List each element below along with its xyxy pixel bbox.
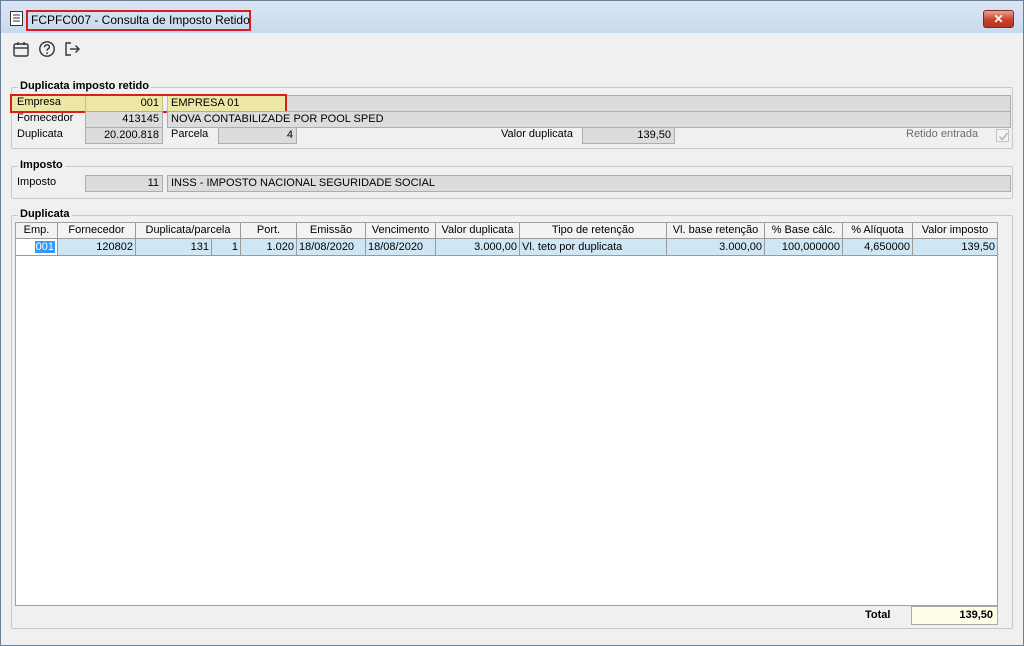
duplicata-grid-group-title: Duplicata [18,208,72,220]
cell-emissao[interactable]: 18/08/2020 [297,239,366,256]
cell-emp-text: 001 [34,241,55,253]
cell-port[interactable]: 1.020 [241,239,297,256]
cell-parcela[interactable]: 1 [212,239,241,256]
help-icon[interactable] [37,39,57,59]
duplicata-label: Duplicata [17,128,63,140]
parcela-label: Parcela [171,128,209,140]
imposto-label: Imposto [17,176,57,188]
header-emp[interactable]: Emp. [16,223,58,239]
cell-vl-base[interactable]: 3.000,00 [667,239,765,256]
cell-fornecedor[interactable]: 120802 [58,239,136,256]
duplicata-grid[interactable]: Emp. Fornecedor Duplicata/parcela Port. … [15,222,998,606]
cell-aliquota[interactable]: 4,650000 [843,239,913,256]
cell-tipo-retencao[interactable]: Vl. teto por duplicata [520,239,667,256]
duplicata-field[interactable]: 20.200.818 [85,127,163,144]
valor-duplicata-field[interactable]: 139,50 [582,127,675,144]
fornecedor-name-field[interactable]: NOVA CONTABILIZADE POR POOL SPED [167,111,1011,128]
calendar-icon[interactable] [11,39,31,59]
exit-icon[interactable] [62,39,82,59]
header-tipo-retencao[interactable]: Tipo de retenção [520,223,667,239]
imposto-group-title: Imposto [18,159,65,171]
form-client-area: Duplicata imposto retido Empresa 001 EMP… [9,65,1017,641]
title-bar[interactable]: FCPFC007 - Consulta de Imposto Retido ✕ [1,1,1023,33]
header-emissao[interactable]: Emissão [297,223,366,239]
document-icon [10,11,23,26]
window-title: FCPFC007 - Consulta de Imposto Retido [31,13,250,27]
total-field[interactable]: 139,50 [911,606,998,625]
header-fornecedor[interactable]: Fornecedor [58,223,136,239]
cell-emp[interactable]: 001 [16,239,58,256]
retido-entrada-label: Retido entrada [906,128,979,140]
header-port[interactable]: Port. [241,223,297,239]
valor-duplicata-label: Valor duplicata [501,128,573,140]
cell-vencimento[interactable]: 18/08/2020 [366,239,436,256]
cell-valor-duplicata[interactable]: 3.000,00 [436,239,520,256]
retido-entrada-checkbox[interactable] [996,129,1009,142]
header-aliquota[interactable]: % Alíquota [843,223,913,239]
imposto-code-field[interactable]: 11 [85,175,163,192]
header-vencimento[interactable]: Vencimento [366,223,436,239]
imposto-name-field[interactable]: INSS - IMPOSTO NACIONAL SEGURIDADE SOCIA… [167,175,1011,192]
checkmark-icon [998,132,1009,141]
parcela-field[interactable]: 4 [218,127,297,144]
header-base-calc[interactable]: % Base cálc. [765,223,843,239]
total-label: Total [865,609,891,621]
header-valor-duplicata[interactable]: Valor duplicata [436,223,520,239]
duplicata-imposto-group-title: Duplicata imposto retido [18,80,151,92]
main-window: FCPFC007 - Consulta de Imposto Retido ✕ … [0,0,1024,646]
header-duplicata-parcela[interactable]: Duplicata/parcela [136,223,241,239]
cell-base-calc[interactable]: 100,000000 [765,239,843,256]
cell-valor-imposto[interactable]: 139,50 [913,239,997,256]
empresa-name-extension [285,95,1011,112]
cell-duplicata[interactable]: 131 [136,239,212,256]
close-button[interactable]: ✕ [983,10,1014,28]
fornecedor-label: Fornecedor [17,112,74,124]
header-valor-imposto[interactable]: Valor imposto [913,223,997,239]
header-vl-base-retencao[interactable]: Vl. base retenção [667,223,765,239]
fornecedor-code-field[interactable]: 413145 [85,111,163,128]
